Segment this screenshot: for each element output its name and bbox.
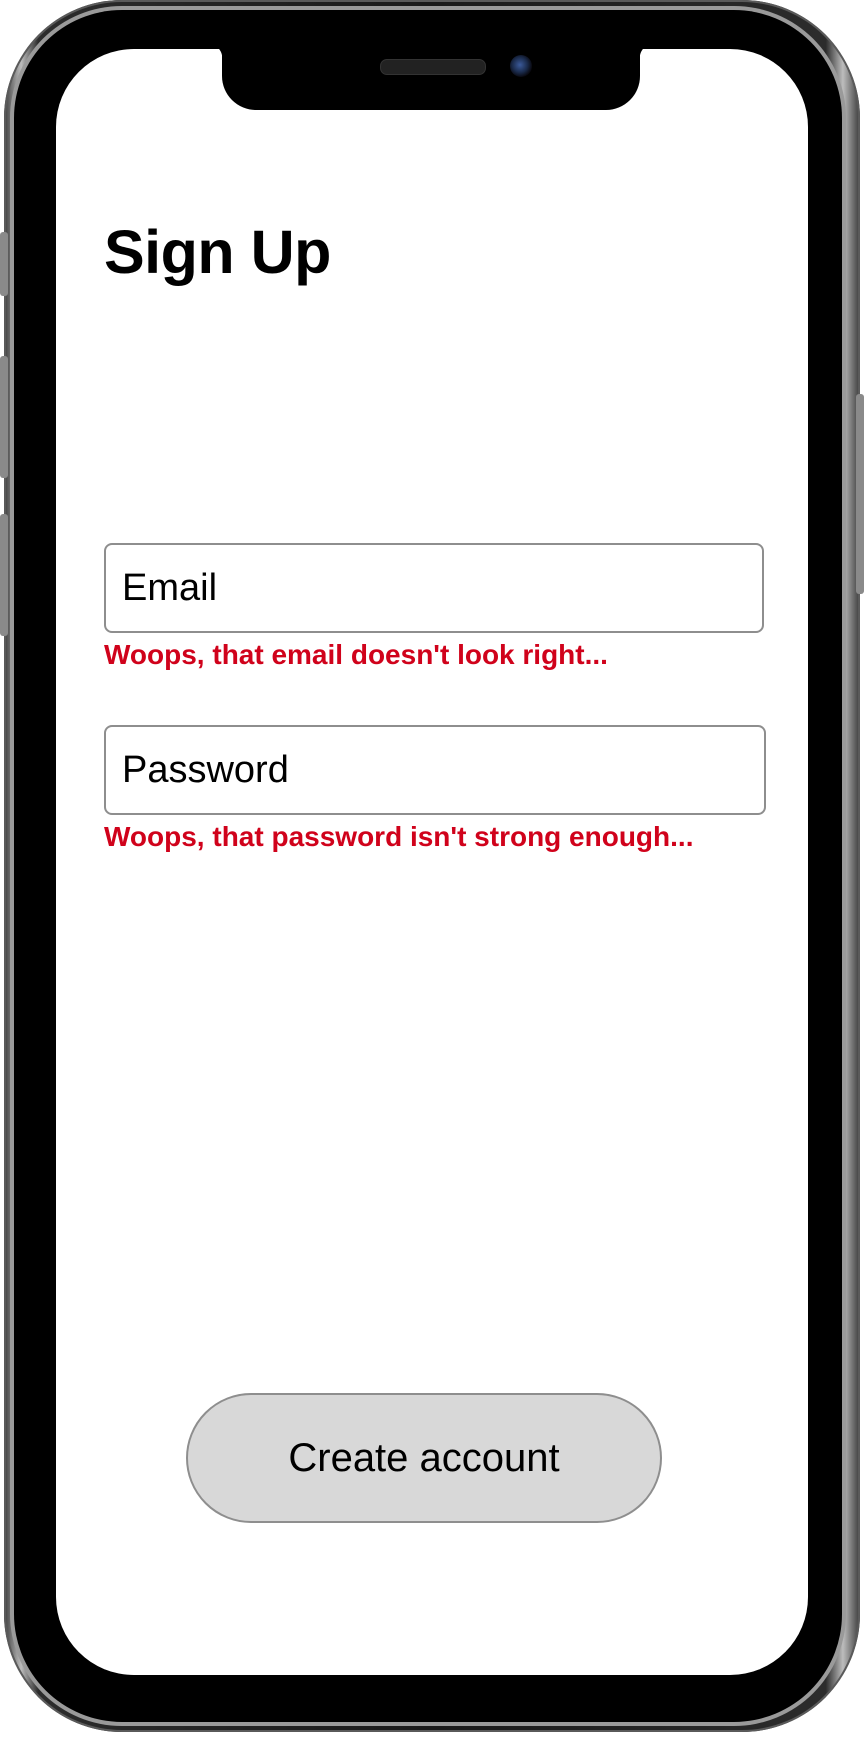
notch bbox=[208, 44, 654, 110]
volume-up-button bbox=[0, 356, 8, 478]
email-input[interactable] bbox=[106, 545, 762, 631]
create-account-button[interactable]: Create account bbox=[186, 1393, 662, 1523]
power-button bbox=[856, 394, 864, 594]
page-title: Sign Up bbox=[104, 218, 331, 286]
front-camera-icon bbox=[510, 55, 532, 77]
earpiece-speaker-icon bbox=[380, 59, 486, 75]
screen: Sign Up Woops, that email doesn't look r… bbox=[56, 49, 808, 1675]
email-error-message: Woops, that email doesn't look right... bbox=[104, 639, 608, 670]
password-input[interactable] bbox=[106, 727, 764, 813]
email-field[interactable] bbox=[104, 543, 764, 633]
volume-down-button bbox=[0, 514, 8, 636]
password-field[interactable] bbox=[104, 725, 766, 815]
password-error-message: Woops, that password isn't strong enough… bbox=[104, 821, 694, 852]
silent-switch bbox=[0, 232, 8, 296]
